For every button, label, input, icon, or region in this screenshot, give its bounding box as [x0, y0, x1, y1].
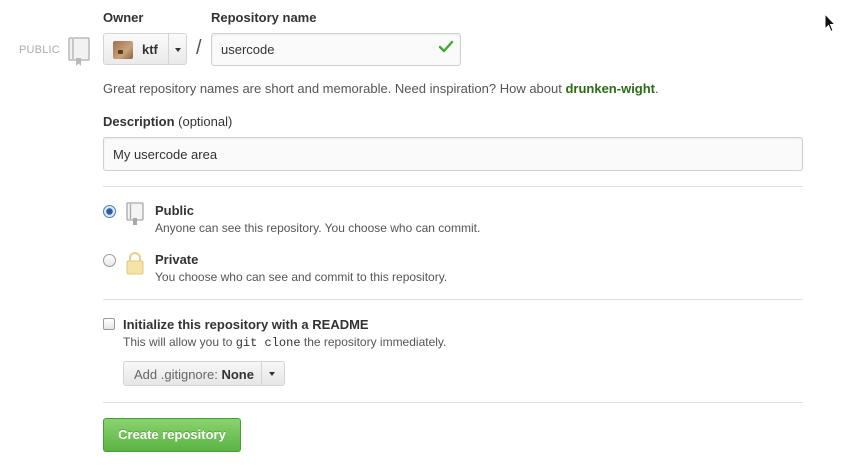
- readme-checkbox[interactable]: [103, 318, 115, 330]
- lock-icon: [124, 250, 146, 279]
- public-title: Public: [155, 203, 195, 218]
- private-radio[interactable]: [103, 254, 116, 267]
- visibility-tag: PUBLIC: [19, 44, 60, 56]
- gitignore-divider: [261, 362, 262, 385]
- create-repository-button[interactable]: Create repository: [103, 418, 241, 452]
- chevron-down-icon: [175, 48, 181, 52]
- public-radio[interactable]: [103, 205, 116, 218]
- divider: [103, 299, 803, 300]
- readme-sub-after: the repository immediately.: [300, 335, 447, 349]
- divider: [103, 186, 803, 187]
- description-optional: (optional): [178, 114, 233, 129]
- readme-subtitle: This will allow you to git clone the rep…: [123, 335, 446, 350]
- description-input[interactable]: [103, 137, 803, 171]
- description-label: Description: [103, 114, 175, 129]
- repo-book-icon: [66, 36, 92, 68]
- public-subtitle: Anyone can see this repository. You choo…: [155, 221, 481, 235]
- private-subtitle: You choose who can see and commit to thi…: [155, 270, 448, 284]
- name-suggestion-link[interactable]: drunken-wight: [565, 81, 655, 96]
- owner-divider: [168, 34, 169, 64]
- repo-name-label: Repository name: [211, 10, 317, 25]
- owner-name: ktf: [142, 42, 158, 57]
- gitignore-text: Add .gitignore: None: [134, 367, 254, 382]
- owner-label: Owner: [103, 10, 144, 25]
- gitignore-select[interactable]: Add .gitignore: None: [123, 361, 285, 386]
- divider: [103, 402, 803, 403]
- chevron-down-icon: [269, 372, 275, 376]
- avatar: [113, 41, 133, 59]
- hint-text: Great repository names are short and mem…: [103, 81, 566, 96]
- hint-end: .: [655, 81, 659, 96]
- readme-sub-before: This will allow you to: [123, 335, 236, 349]
- public-book-icon: [124, 201, 146, 230]
- owner-select[interactable]: ktf: [103, 33, 187, 65]
- checkmark-icon: [438, 40, 454, 54]
- git-clone-code: git clone: [235, 336, 301, 350]
- private-title: Private: [155, 252, 199, 267]
- description-label-row: Description (optional): [103, 114, 232, 129]
- gitignore-value: None: [221, 367, 254, 382]
- mouse-cursor-icon: [824, 12, 837, 33]
- readme-label[interactable]: Initialize this repository with a README: [123, 317, 369, 332]
- repo-name-hint: Great repository names are short and mem…: [103, 81, 659, 96]
- repo-name-input[interactable]: [211, 33, 461, 66]
- owner-repo-separator: /: [196, 37, 202, 59]
- gitignore-prefix: Add .gitignore:: [134, 367, 218, 382]
